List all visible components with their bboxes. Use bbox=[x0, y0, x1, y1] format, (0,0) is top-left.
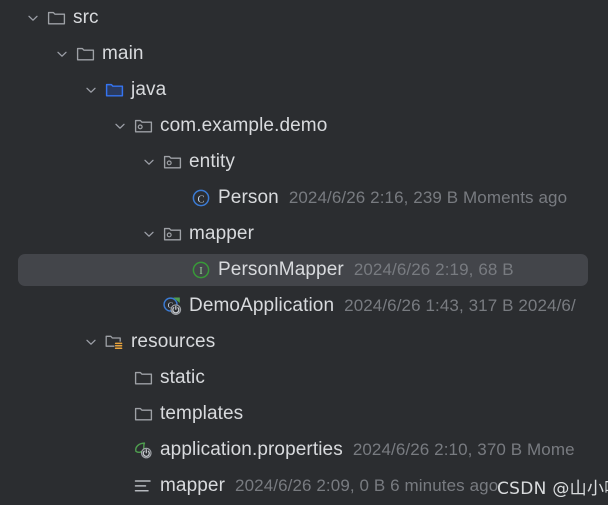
tree-row-label: DemoApplication bbox=[189, 295, 335, 316]
tree-row-meta: 2024/6/26 2:19, 68 B bbox=[353, 260, 514, 279]
tree-row-application-properties[interactable]: application.properties 2024/6/26 2:10, 37… bbox=[0, 432, 608, 468]
package-icon bbox=[133, 116, 153, 136]
java-class-icon: C bbox=[191, 188, 211, 208]
tree-row-label: src bbox=[73, 7, 99, 28]
tree-row-label: templates bbox=[160, 403, 244, 424]
tree-row-person[interactable]: C Person 2024/6/26 2:16, 239 B Moments ago bbox=[0, 180, 608, 216]
tree-row-person-mapper[interactable]: I PersonMapper 2024/6/26 2:19, 68 B bbox=[0, 252, 608, 288]
tree-row-java[interactable]: java bbox=[0, 72, 608, 108]
tree-row-label: resources bbox=[131, 331, 216, 352]
svg-text:C: C bbox=[197, 194, 204, 205]
tree-row-mapper-dir[interactable]: mapper 2024/6/26 2:09, 0 B 6 minutes ago bbox=[0, 468, 608, 504]
tree-row-demo-application[interactable]: C DemoApplication 2024/6/26 1:43, 317 B 20… bbox=[0, 288, 608, 324]
spring-boot-class-icon: C bbox=[162, 296, 182, 316]
chevron-down-icon[interactable] bbox=[24, 9, 42, 27]
folder-icon bbox=[46, 8, 66, 28]
tree-row-label: main bbox=[102, 43, 144, 64]
tree-row-meta: 2024/6/26 2:16, 239 B Moments ago bbox=[288, 188, 568, 207]
chevron-down-icon[interactable] bbox=[111, 117, 129, 135]
tree-row-com-example-demo[interactable]: com.example.demo bbox=[0, 108, 608, 144]
package-icon bbox=[162, 152, 182, 172]
tree-row-meta: 2024/6/26 1:43, 317 B 2024/6/ bbox=[344, 296, 576, 315]
java-interface-icon: I bbox=[191, 260, 211, 280]
tree-row-label: PersonMapper bbox=[218, 259, 344, 280]
tree-row-resources[interactable]: resources bbox=[0, 324, 608, 360]
tree-row-label: com.example.demo bbox=[160, 115, 328, 136]
tree-row-label: mapper bbox=[160, 475, 226, 496]
project-file-tree[interactable]: src main java com.example.demo entity C Person… bbox=[0, 0, 608, 505]
lines-list-icon bbox=[133, 476, 153, 496]
folder-icon bbox=[75, 44, 95, 64]
tree-row-static[interactable]: static bbox=[0, 360, 608, 396]
chevron-down-icon[interactable] bbox=[82, 333, 100, 351]
chevron-down-icon[interactable] bbox=[140, 153, 158, 171]
tree-row-label: java bbox=[131, 79, 167, 100]
tree-row-label: Person bbox=[218, 187, 279, 208]
spring-properties-icon bbox=[133, 440, 153, 460]
tree-row-entity[interactable]: entity bbox=[0, 144, 608, 180]
tree-row-src[interactable]: src bbox=[0, 0, 608, 36]
resources-root-folder-icon bbox=[104, 332, 124, 352]
tree-row-label: entity bbox=[189, 151, 236, 172]
source-root-folder-icon bbox=[104, 80, 124, 100]
tree-row-label: application.properties bbox=[160, 439, 343, 460]
tree-row-label: mapper bbox=[189, 223, 255, 244]
tree-row-mapper-package[interactable]: mapper bbox=[0, 216, 608, 252]
folder-icon bbox=[133, 368, 153, 388]
svg-text:I: I bbox=[199, 266, 203, 277]
package-icon bbox=[162, 224, 182, 244]
chevron-down-icon[interactable] bbox=[140, 225, 158, 243]
tree-row-meta: 2024/6/26 2:09, 0 B 6 minutes ago bbox=[235, 476, 499, 495]
folder-icon bbox=[133, 404, 153, 424]
tree-row-main[interactable]: main bbox=[0, 36, 608, 72]
tree-row-meta: 2024/6/26 2:10, 370 B Mome bbox=[352, 440, 575, 459]
chevron-down-icon[interactable] bbox=[82, 81, 100, 99]
tree-row-label: static bbox=[160, 367, 205, 388]
chevron-down-icon[interactable] bbox=[53, 45, 71, 63]
tree-row-templates[interactable]: templates bbox=[0, 396, 608, 432]
